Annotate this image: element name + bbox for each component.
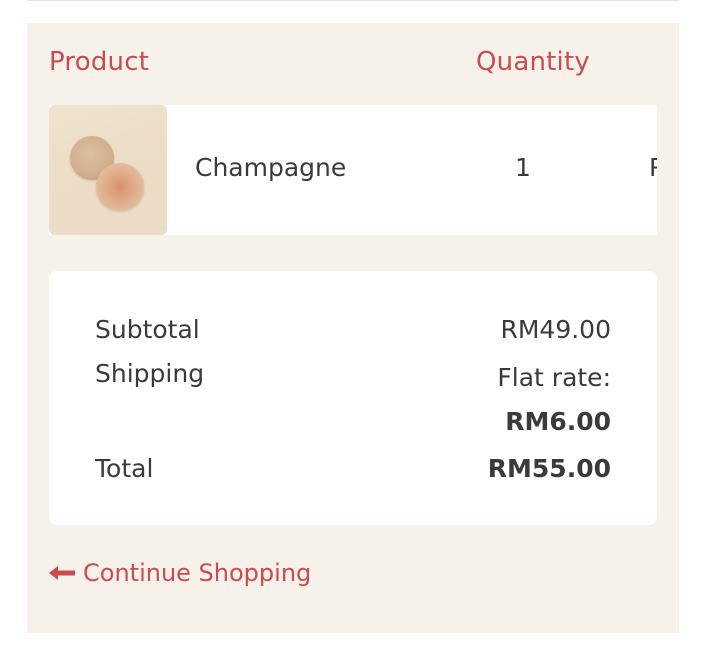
cart-totals: Subtotal RM49.00 Shipping Flat rate: RM6… [49,271,657,525]
continue-shopping-label: Continue Shopping [83,559,312,587]
cart-item-row: Champagne 1 RM49.00 [49,105,657,235]
column-header-product: Product [49,47,150,77]
continue-shopping-link[interactable]: Continue Shopping [49,559,311,587]
cart-item-name[interactable]: Champagne [195,153,346,182]
total-value: RM55.00 [487,454,611,483]
product-image-pad-right [96,163,144,211]
arrow-left-icon [49,566,75,580]
subtotal-value: RM49.00 [500,315,611,344]
divider [27,0,679,1]
column-header-quantity: Quantity [476,47,590,77]
cart-item-price: RM49.00 [649,153,657,182]
cart-panel: Product Quantity Champagne 1 RM49.00 Sub… [27,23,679,633]
shipping-value: RM6.00 [505,407,611,436]
shipping-method: Flat rate: [497,363,611,392]
cart-item-quantity[interactable]: 1 [515,153,531,182]
product-thumbnail[interactable] [49,105,167,235]
shipping-label: Shipping [95,359,205,388]
subtotal-label: Subtotal [95,315,200,344]
total-label: Total [95,454,154,483]
